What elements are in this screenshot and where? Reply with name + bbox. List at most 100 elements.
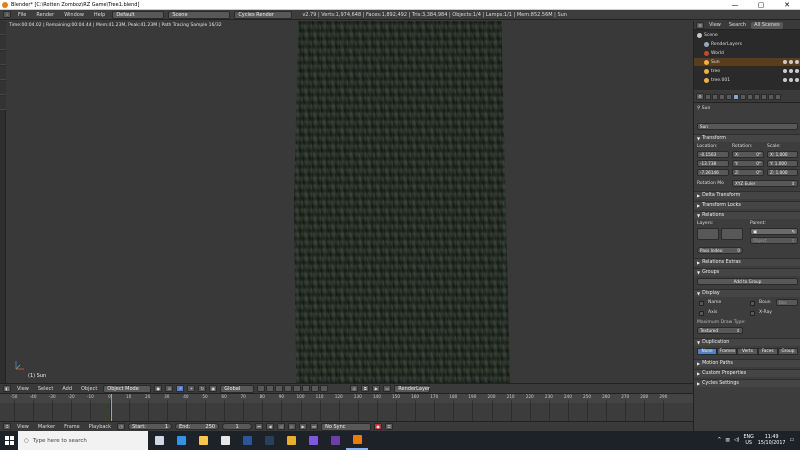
- physics-tab-icon[interactable]: [775, 93, 781, 100]
- record-icon[interactable]: ●: [374, 423, 383, 430]
- keying-set-icon[interactable]: ⚿: [385, 423, 394, 430]
- 3d-viewport[interactable]: Time:00:04.02 | Remaining:00:04.44 | Mem…: [6, 21, 693, 383]
- material-tab-icon[interactable]: [754, 93, 760, 100]
- taskbar-app-chrome[interactable]: [280, 431, 302, 450]
- world-tab-icon[interactable]: [726, 93, 732, 100]
- duplication-group-button[interactable]: Group: [777, 348, 799, 355]
- taskbar-app-task-view[interactable]: [148, 431, 170, 450]
- render-tab-icon[interactable]: [705, 93, 711, 100]
- network-icon[interactable]: ▥: [725, 438, 730, 443]
- camera-icon[interactable]: ▭: [383, 385, 392, 392]
- section-cycles-settings[interactable]: ▶ Cycles Settings: [694, 379, 800, 387]
- jump-start-icon[interactable]: ⏮: [255, 423, 264, 430]
- shading-icon[interactable]: ●: [154, 385, 163, 392]
- scale-z-field[interactable]: Z: 1.000: [767, 169, 798, 176]
- play-reverse-icon[interactable]: ◁: [277, 423, 286, 430]
- current-frame-field[interactable]: 1: [222, 423, 253, 430]
- prev-keyframe-icon[interactable]: ◀: [266, 423, 275, 430]
- duplication-faces-button[interactable]: Faces: [757, 348, 778, 355]
- parent-type-select[interactable]: Object ⇕: [750, 237, 798, 244]
- editor-type-icon[interactable]: ◧: [3, 385, 11, 392]
- layers-grid-a[interactable]: [697, 228, 719, 240]
- screen-layout-select[interactable]: Default: [112, 10, 165, 19]
- tray-chevron-icon[interactable]: ^: [717, 438, 721, 443]
- visibility-toggles[interactable]: [783, 78, 799, 82]
- section-relations[interactable]: ▼ Relations: [694, 211, 800, 219]
- taskbar-app-file-explorer[interactable]: [192, 431, 214, 450]
- object-tab-icon[interactable]: [733, 93, 739, 100]
- clock[interactable]: 11:49 15/10/2017: [758, 435, 786, 447]
- particles-tab-icon[interactable]: [768, 93, 774, 100]
- menu-add[interactable]: Add: [59, 386, 75, 392]
- outliner-row-sun[interactable]: Sun: [694, 58, 800, 66]
- start-frame-field[interactable]: Start: 1: [128, 423, 173, 430]
- outliner-tab-view[interactable]: View: [706, 22, 724, 29]
- play-icon[interactable]: ▷: [288, 423, 297, 430]
- xray-checkbox[interactable]: [750, 311, 755, 316]
- rotation-x-field[interactable]: X: 0°: [732, 151, 764, 158]
- location-y-field[interactable]: -13.738: [697, 160, 729, 167]
- editor-type-icon[interactable]: i: [3, 11, 11, 18]
- editor-type-icon[interactable]: ⏱: [3, 423, 11, 430]
- taskbar-app-edge[interactable]: [170, 431, 192, 450]
- layer-button[interactable]: [275, 385, 284, 392]
- section-relations-extras[interactable]: ▶ Relations Extras: [694, 258, 800, 266]
- layer-button[interactable]: [293, 385, 302, 392]
- layer-button[interactable]: [257, 385, 266, 392]
- layer-buttons[interactable]: [257, 385, 347, 392]
- menu-window[interactable]: Window: [61, 12, 87, 18]
- layer-button[interactable]: [311, 385, 320, 392]
- duplication-none-button[interactable]: None: [697, 348, 718, 355]
- section-transform-locks[interactable]: ▶ Transform Locks: [694, 201, 800, 209]
- translate-icon[interactable]: +: [187, 385, 196, 392]
- outliner-row-renderlayers[interactable]: RenderLayers: [694, 40, 800, 48]
- visibility-toggles[interactable]: [783, 60, 799, 64]
- axis-checkbox[interactable]: [699, 311, 704, 316]
- sync-mode-select[interactable]: No Sync: [321, 422, 372, 431]
- duplication-verts-button[interactable]: Verts: [737, 348, 758, 355]
- render-layers-tab-icon[interactable]: [712, 93, 718, 100]
- location-z-field[interactable]: -7.26146: [697, 169, 729, 176]
- menu-select[interactable]: Select: [35, 386, 56, 392]
- maximize-button[interactable]: ▢: [748, 1, 774, 9]
- menu-object[interactable]: Object: [78, 386, 100, 392]
- layer-button[interactable]: [284, 385, 293, 392]
- taskbar-search-box[interactable]: ○ Type here to search: [18, 431, 148, 450]
- taskbar-app-steam[interactable]: [258, 431, 280, 450]
- rotation-y-field[interactable]: Y: 0°: [732, 160, 764, 167]
- taskbar-app-media[interactable]: [302, 431, 324, 450]
- section-motion-paths[interactable]: ▶ Motion Paths: [694, 359, 800, 367]
- visibility-toggles[interactable]: [783, 69, 799, 73]
- outliner-row-tree[interactable]: tree: [694, 67, 800, 75]
- language-indicator[interactable]: ENG US: [743, 435, 753, 447]
- texture-tab-icon[interactable]: [761, 93, 767, 100]
- section-custom-properties[interactable]: ▶ Custom Properties: [694, 369, 800, 377]
- outliner-row-scene[interactable]: Scene: [694, 31, 800, 39]
- jump-end-icon[interactable]: ⏭: [310, 423, 319, 430]
- max-draw-type-select[interactable]: Textured ⇕: [697, 327, 743, 334]
- pass-index-field[interactable]: Pass Index: 0: [697, 247, 743, 254]
- rotate-icon[interactable]: ↻: [198, 385, 207, 392]
- pivot-icon[interactable]: ⊙: [165, 385, 174, 392]
- section-display[interactable]: ▼ Display: [694, 289, 800, 297]
- menu-help[interactable]: Help: [91, 12, 108, 18]
- render-preview-icon[interactable]: ▶: [372, 385, 381, 392]
- constraints-tab-icon[interactable]: [740, 93, 746, 100]
- editor-type-icon[interactable]: ⚙: [696, 93, 704, 100]
- scene-tab-icon[interactable]: [719, 93, 725, 100]
- bounds-type-select[interactable]: Box: [776, 299, 798, 306]
- timeline-editor[interactable]: -50 -40 -30 -20 -10 0 10 20 30 40 50 60 70 80 90 100 110…: [0, 393, 693, 422]
- end-frame-field[interactable]: End: 250: [175, 423, 220, 430]
- menu-view[interactable]: View: [14, 386, 32, 392]
- manipulator-icon[interactable]: ↗: [176, 385, 185, 392]
- eyedropper-icon[interactable]: ✎: [791, 229, 795, 234]
- add-to-group-button[interactable]: Add to Group: [697, 278, 798, 285]
- proportional-edit-icon[interactable]: ◎: [350, 385, 359, 392]
- taskbar-app-word[interactable]: [236, 431, 258, 450]
- orientation-select[interactable]: Global: [220, 384, 255, 393]
- menu-frame[interactable]: Frame: [61, 424, 83, 430]
- layer-button[interactable]: [320, 385, 329, 392]
- object-name-field[interactable]: Sun: [697, 123, 798, 130]
- section-transform[interactable]: ▼ Transform: [694, 134, 800, 142]
- duplication-frames-button[interactable]: Frames: [717, 348, 738, 355]
